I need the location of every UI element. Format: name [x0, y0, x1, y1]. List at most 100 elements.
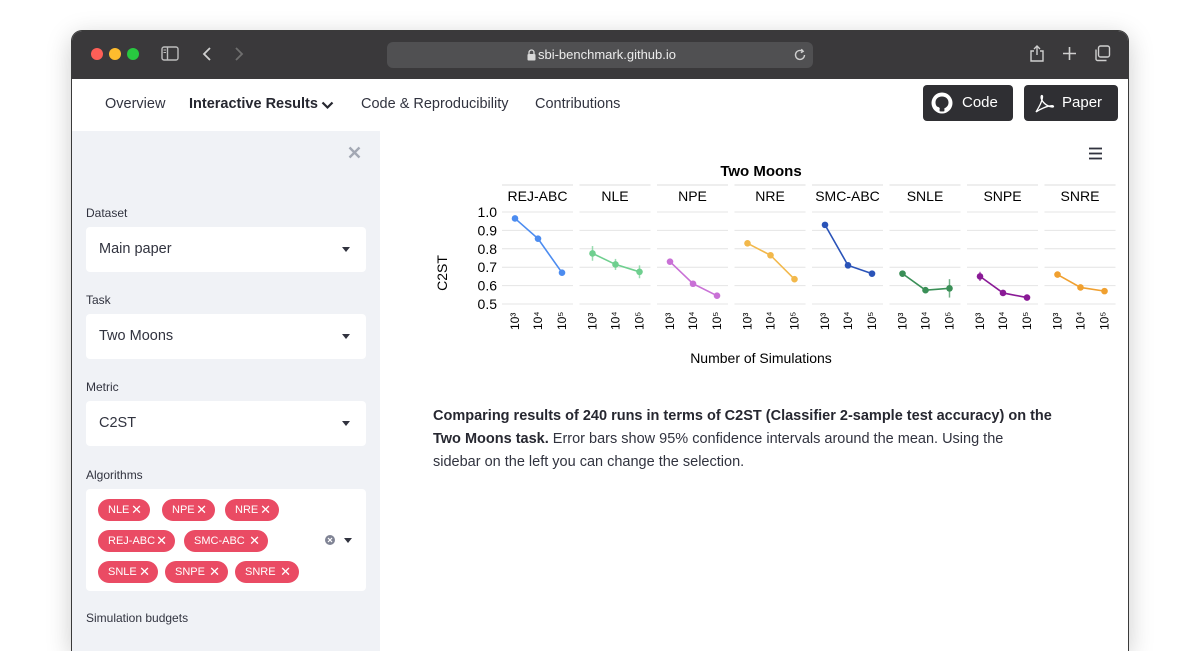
caret-down-icon: [342, 421, 350, 426]
dataset-value: Main paper: [99, 241, 172, 257]
panel-header: NRE: [755, 188, 785, 204]
data-point: [999, 289, 1007, 297]
x-tick-label: 10³: [741, 313, 755, 330]
remove-icon[interactable]: ✕: [196, 502, 207, 518]
sidebar-toggle-icon[interactable]: [161, 46, 179, 61]
address-bar[interactable]: sbi-benchmark.github.io: [387, 42, 813, 68]
algorithm-tag-label: NRE: [235, 504, 259, 516]
task-value: Two Moons: [99, 328, 174, 344]
metric-value: C2ST: [99, 415, 137, 431]
tab-overview-icon[interactable]: [1094, 45, 1111, 62]
simulation-budgets-label: Simulation budgets: [86, 611, 189, 625]
x-tick-label: 10⁴: [686, 311, 700, 330]
nav-code-reproducibility[interactable]: Code & Reproducibility: [361, 96, 509, 112]
panel-header: SNRE: [1061, 188, 1100, 204]
github-icon: [931, 92, 953, 114]
panel-header: REJ-ABC: [508, 188, 568, 204]
x-tick-label: 10³: [508, 313, 522, 330]
remove-icon[interactable]: ✕: [280, 564, 291, 580]
maximize-window-button[interactable]: [127, 48, 139, 60]
data-point: [744, 239, 751, 247]
algorithm-tag[interactable]: NPE ✕: [162, 499, 215, 521]
nav-interactive-results[interactable]: Interactive Results: [189, 96, 318, 112]
x-tick-label: 10⁵: [1020, 312, 1034, 330]
data-point: [791, 275, 798, 283]
chart-panel: NPE 10³ 10⁴ 10⁵: [657, 184, 728, 330]
task-select[interactable]: Two Moons: [86, 314, 366, 359]
chart-panel: SNRE 10³ 10⁴ 10⁵: [1044, 184, 1116, 330]
data-point: [976, 273, 984, 280]
algorithm-tag[interactable]: NLE ✕: [98, 499, 150, 521]
minimize-window-button[interactable]: [109, 48, 121, 60]
chart-panel: SNLE 10³ 10⁴ 10⁵: [889, 184, 961, 330]
url-text: sbi-benchmark.github.io: [537, 47, 677, 62]
forward-icon[interactable]: [234, 46, 244, 62]
y-tick-label: 0.7: [478, 259, 498, 275]
panel-header: SNPE: [983, 188, 1021, 204]
algorithm-tag[interactable]: SNRE ✕: [235, 561, 299, 583]
algorithm-tag[interactable]: NRE ✕: [225, 499, 279, 521]
panel-header: SNLE: [907, 188, 944, 204]
x-tick-label: 10³: [663, 313, 677, 330]
close-window-button[interactable]: [91, 48, 103, 60]
dataset-select[interactable]: Main paper: [86, 227, 366, 272]
data-point: [868, 270, 876, 277]
data-point: [821, 221, 829, 229]
remove-icon[interactable]: ✕: [156, 533, 167, 549]
data-point: [1077, 284, 1084, 291]
remove-icon[interactable]: ✕: [249, 533, 260, 549]
caret-down-icon[interactable]: [344, 538, 352, 543]
panel-header: SMC-ABC: [815, 188, 880, 204]
chevron-down-icon[interactable]: [321, 101, 334, 110]
task-label: Task: [86, 293, 111, 307]
remove-icon[interactable]: ✕: [139, 564, 150, 580]
metric-select[interactable]: C2ST: [86, 401, 366, 446]
chart-panel: SNPE 10³ 10⁴ 10⁵: [967, 184, 1038, 330]
data-point: [1101, 287, 1108, 295]
algorithm-tag[interactable]: SMC-ABC ✕: [184, 530, 268, 552]
x-tick-label: 10⁵: [555, 312, 569, 330]
close-sidebar-icon[interactable]: [348, 146, 361, 159]
x-tick-label: 10⁵: [788, 312, 802, 330]
remove-icon[interactable]: ✕: [131, 502, 142, 518]
data-point: [1023, 294, 1031, 301]
data-point: [1054, 271, 1061, 278]
share-icon[interactable]: [1029, 44, 1045, 63]
caret-down-icon: [342, 334, 350, 339]
data-point: [844, 262, 852, 269]
chart-panels: REJ-ABC 10³ 10⁴ 10⁵ NLE 10³ 10⁴ 10⁵ NPE 10³ 10⁴ 10⁵…: [502, 184, 1116, 330]
paper-button[interactable]: Paper: [1024, 85, 1118, 121]
new-tab-icon[interactable]: [1062, 46, 1077, 61]
algorithms-multiselect[interactable]: NLE ✕ NPE ✕ NRE ✕ REJ-ABC ✕ SMC-ABC ✕ SNLE ✕ S…: [86, 489, 366, 591]
data-point: [612, 261, 619, 268]
dataset-label: Dataset: [86, 206, 128, 220]
top-navbar: Overview Interactive Results Code & Repr…: [72, 79, 1128, 132]
algorithm-tag-label: NPE: [172, 504, 195, 516]
nav-overview[interactable]: Overview: [105, 96, 165, 112]
x-axis-label: Number of Simulations: [690, 350, 832, 366]
chart-panel: SMC-ABC 10³ 10⁴ 10⁵: [812, 184, 883, 330]
data-point: [899, 270, 906, 277]
back-icon[interactable]: [202, 46, 212, 62]
algorithm-tag[interactable]: REJ-ABC ✕: [98, 530, 175, 552]
data-point: [558, 269, 566, 277]
algorithm-tag[interactable]: SNPE ✕: [165, 561, 228, 583]
remove-icon[interactable]: ✕: [260, 502, 271, 518]
algorithm-tag[interactable]: SNLE ✕: [98, 561, 158, 583]
y-tick-label: 1.0: [478, 204, 498, 220]
chart-panel: NLE 10³ 10⁴ 10⁵: [579, 184, 651, 330]
y-tick-label: 0.5: [478, 296, 498, 312]
x-tick-label: 10⁵: [633, 312, 647, 330]
reload-icon[interactable]: [793, 48, 807, 62]
code-button[interactable]: Code: [923, 85, 1013, 121]
remove-icon[interactable]: ✕: [209, 564, 220, 580]
y-axis-ticks: 1.0 0.9 0.8 0.7 0.6 0.5: [478, 204, 498, 312]
x-tick-label: 10³: [818, 313, 832, 330]
data-point: [713, 292, 721, 300]
panel-header: NLE: [601, 188, 628, 204]
nav-contributions[interactable]: Contributions: [535, 96, 620, 112]
x-tick-label: 10³: [973, 313, 987, 330]
clear-all-icon[interactable]: [325, 535, 335, 545]
x-tick-label: 10⁴: [609, 311, 623, 330]
caret-down-icon: [342, 247, 350, 252]
